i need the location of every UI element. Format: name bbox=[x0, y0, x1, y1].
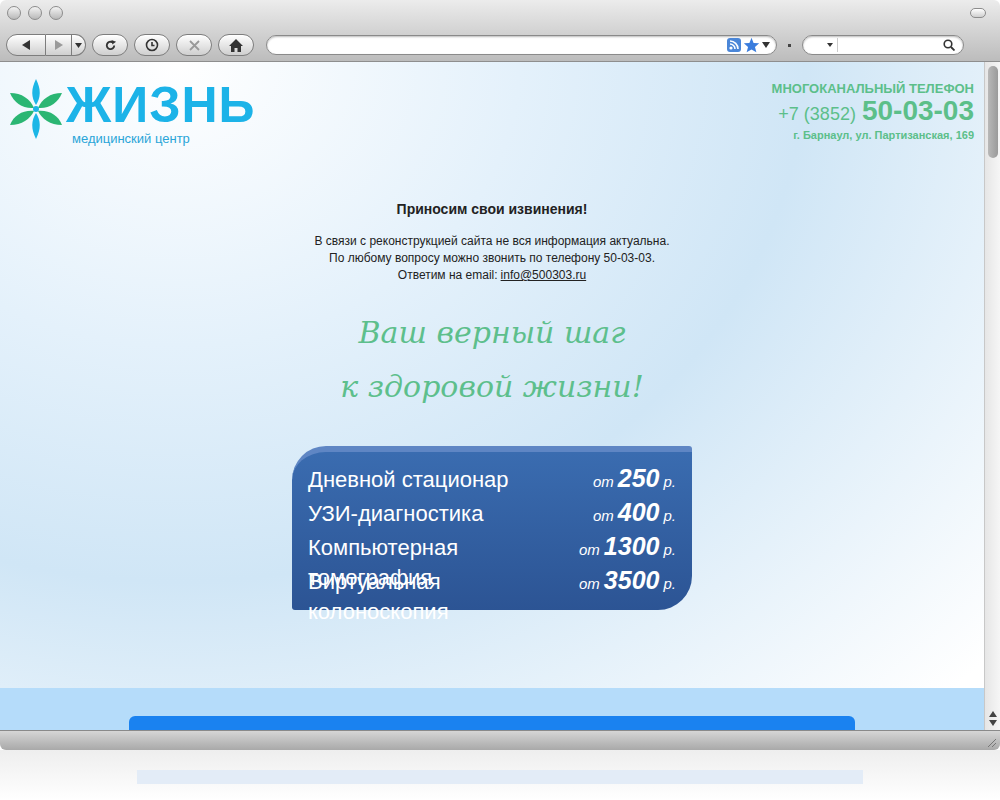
scrollbar[interactable] bbox=[984, 62, 1000, 730]
home-icon bbox=[229, 39, 243, 52]
notice: Приносим свои извинения! В связи с реконс… bbox=[0, 200, 984, 284]
home-button[interactable] bbox=[218, 34, 254, 56]
price-row[interactable]: Дневной стационарот250р. bbox=[308, 460, 676, 494]
service-name: Виртуальная колоноскопия bbox=[308, 567, 579, 627]
address-field[interactable] bbox=[266, 35, 777, 55]
email-link[interactable]: info@500303.ru bbox=[501, 267, 587, 284]
footer-bar bbox=[129, 716, 855, 730]
service-price: 250 bbox=[618, 460, 660, 498]
logo[interactable]: ЖИЗНЬ медицинский центр bbox=[8, 75, 256, 147]
back-button[interactable] bbox=[6, 34, 46, 56]
forward-arrow-icon bbox=[54, 39, 64, 51]
dropdown-arrow-icon bbox=[75, 43, 82, 48]
stop-x-icon bbox=[189, 40, 200, 51]
notice-title: Приносим свои извинения! bbox=[397, 200, 588, 218]
scroll-down-arrow-icon[interactable] bbox=[989, 720, 997, 726]
clock-icon bbox=[145, 38, 159, 52]
reload-icon bbox=[104, 39, 117, 52]
notice-email-line: Ответим на email:info@500303.ru bbox=[398, 267, 586, 284]
history-dropdown-button[interactable] bbox=[72, 34, 86, 56]
slogan: Ваш верный шагк здоровой жизни! bbox=[0, 306, 984, 414]
service-price: 1300 bbox=[604, 528, 660, 566]
price-row[interactable]: УЗИ-диагностикаот400р. bbox=[308, 494, 676, 528]
price-row[interactable]: Виртуальная колоноскопияот3500р. bbox=[308, 562, 676, 596]
window-reflection bbox=[0, 750, 1000, 800]
address: г. Барнаул, ул. Партизанская, 169 bbox=[793, 128, 974, 142]
stop-button[interactable] bbox=[176, 34, 212, 56]
zoom-button[interactable] bbox=[49, 6, 63, 20]
reload-button[interactable] bbox=[92, 34, 128, 56]
service-price: 400 bbox=[618, 494, 660, 532]
dropdown-arrow-icon[interactable] bbox=[762, 42, 770, 48]
slogan-line: к здоровой жизни! bbox=[340, 360, 643, 414]
resize-grip-icon[interactable] bbox=[985, 736, 997, 748]
service-name: Дневной стационар bbox=[308, 465, 509, 495]
logo-name: ЖИЗНЬ bbox=[66, 81, 256, 129]
price-list: Дневной стационарот250р.УЗИ-диагностикао… bbox=[292, 446, 692, 610]
back-arrow-icon bbox=[21, 39, 31, 51]
contact-label: МНОГОКАНАЛЬНЫЙ ТЕЛЕФОН bbox=[772, 81, 974, 97]
price-row[interactable]: Компьютерная томографияот1300р. bbox=[308, 528, 676, 562]
browser-window: ЖИЗНЬ медицинский центр МНОГОКАНАЛЬНЫЙ ТЕЛ… bbox=[0, 0, 1000, 800]
slogan-line: Ваш верный шаг bbox=[359, 306, 626, 360]
page-footer-strip bbox=[0, 688, 984, 730]
minimize-button[interactable] bbox=[28, 6, 42, 20]
logo-subtitle: медицинский центр bbox=[72, 131, 256, 147]
close-button[interactable] bbox=[7, 6, 21, 20]
forward-button[interactable] bbox=[46, 34, 72, 56]
search-engine-dropdown-icon[interactable] bbox=[827, 43, 833, 47]
notice-line: По любому вопросу можно звонить по телеф… bbox=[329, 250, 655, 267]
browser-toolbar bbox=[0, 0, 1000, 62]
notice-line: В связи с реконструкцией сайта не вся ин… bbox=[314, 233, 669, 250]
scrollbar-thumb[interactable] bbox=[988, 66, 998, 158]
separator-dot bbox=[788, 44, 791, 47]
contact-block: МНОГОКАНАЛЬНЫЙ ТЕЛЕФОН+7 (3852)50-03-03г… bbox=[772, 81, 974, 142]
status-bar bbox=[0, 730, 1000, 750]
scroll-up-arrow-icon[interactable] bbox=[989, 711, 997, 717]
search-field[interactable] bbox=[802, 35, 964, 55]
history-button[interactable] bbox=[134, 34, 170, 56]
service-price: 3500 bbox=[604, 562, 660, 600]
web-page: ЖИЗНЬ медицинский центр МНОГОКАНАЛЬНЫЙ ТЕЛ… bbox=[0, 62, 984, 730]
magnifier-icon[interactable] bbox=[943, 39, 955, 51]
rss-icon[interactable] bbox=[727, 38, 741, 52]
toolbar-toggle-button[interactable] bbox=[970, 8, 986, 18]
phone-number[interactable]: +7 (3852)50-03-03 bbox=[778, 97, 974, 128]
flower-logo-icon bbox=[8, 75, 64, 143]
service-name: УЗИ-диагностика bbox=[308, 499, 483, 529]
site-header: ЖИЗНЬ медицинский центр МНОГОКАНАЛЬНЫЙ ТЕЛ… bbox=[0, 62, 984, 192]
bookmark-star-icon[interactable] bbox=[743, 37, 760, 53]
